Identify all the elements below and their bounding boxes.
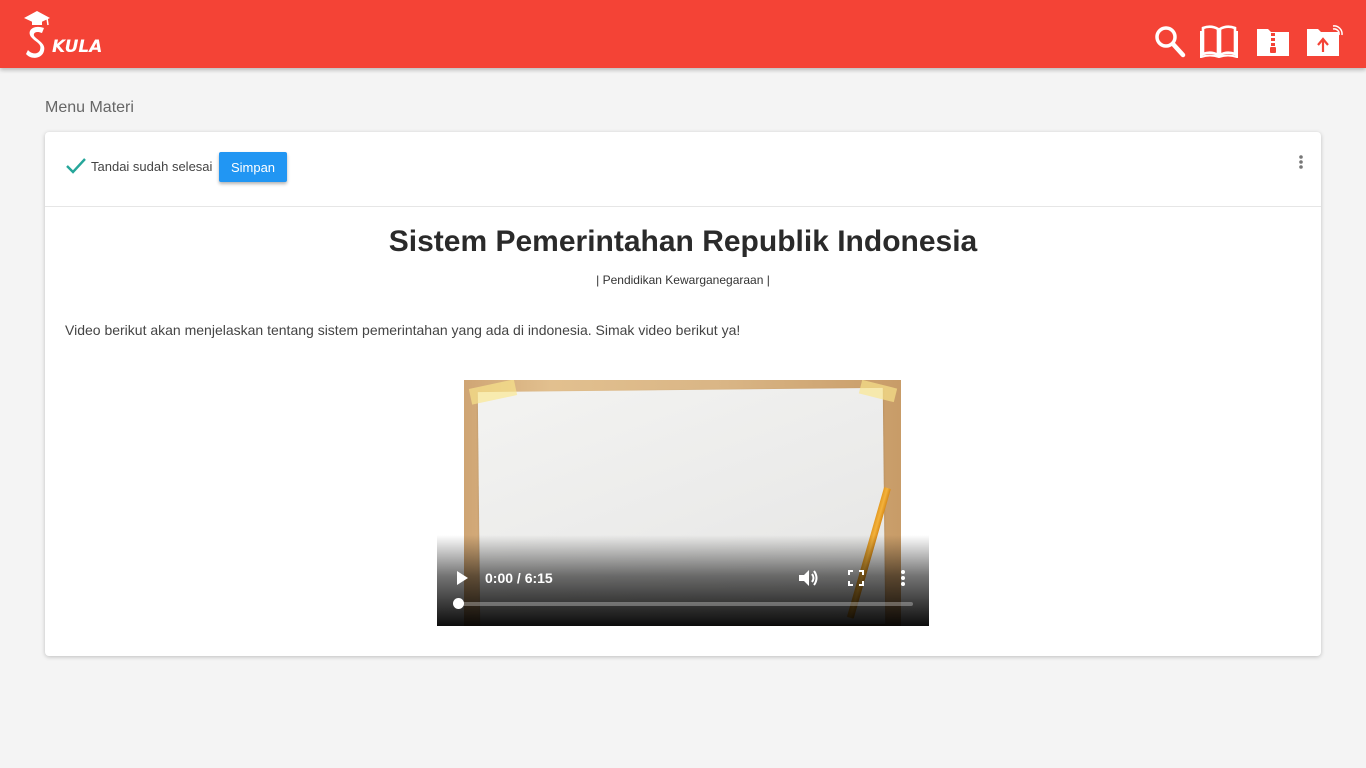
top-app-bar: KULA (0, 0, 1366, 68)
upload-folder-icon[interactable] (1306, 24, 1344, 63)
seek-bar[interactable] (458, 602, 913, 606)
video-player[interactable]: 0:00 / 6:15 (437, 380, 929, 626)
more-vertical-icon[interactable] (1297, 154, 1305, 177)
card-toolbar: Tandai sudah selesai Simpan (45, 132, 1321, 207)
material-card: Tandai sudah selesai Simpan Sistem Pemer… (45, 132, 1321, 656)
logo-text: KULA (52, 37, 103, 57)
material-description: Video berikut akan menjelaskan tentang s… (65, 322, 741, 338)
mark-done-label[interactable]: Tandai sudah selesai (91, 159, 212, 174)
seek-handle[interactable] (453, 598, 464, 609)
breadcrumb: Menu Materi (45, 99, 134, 116)
zipper-folder-icon[interactable] (1256, 24, 1290, 63)
video-more-icon[interactable] (900, 569, 906, 592)
fullscreen-icon[interactable] (848, 570, 864, 591)
save-button[interactable]: Simpan (219, 152, 287, 182)
checkmark-icon[interactable] (65, 157, 87, 180)
subject-label: | Pendidikan Kewarganegaraan | (596, 273, 770, 287)
search-icon[interactable] (1154, 24, 1186, 63)
page-title: Sistem Pemerintahan Republik Indonesia (388, 225, 978, 258)
play-icon[interactable] (455, 570, 469, 591)
volume-icon[interactable] (798, 568, 820, 593)
book-icon[interactable] (1200, 24, 1238, 63)
skula-logo[interactable]: KULA (22, 10, 102, 60)
video-time: 0:00 / 6:15 (485, 570, 553, 586)
